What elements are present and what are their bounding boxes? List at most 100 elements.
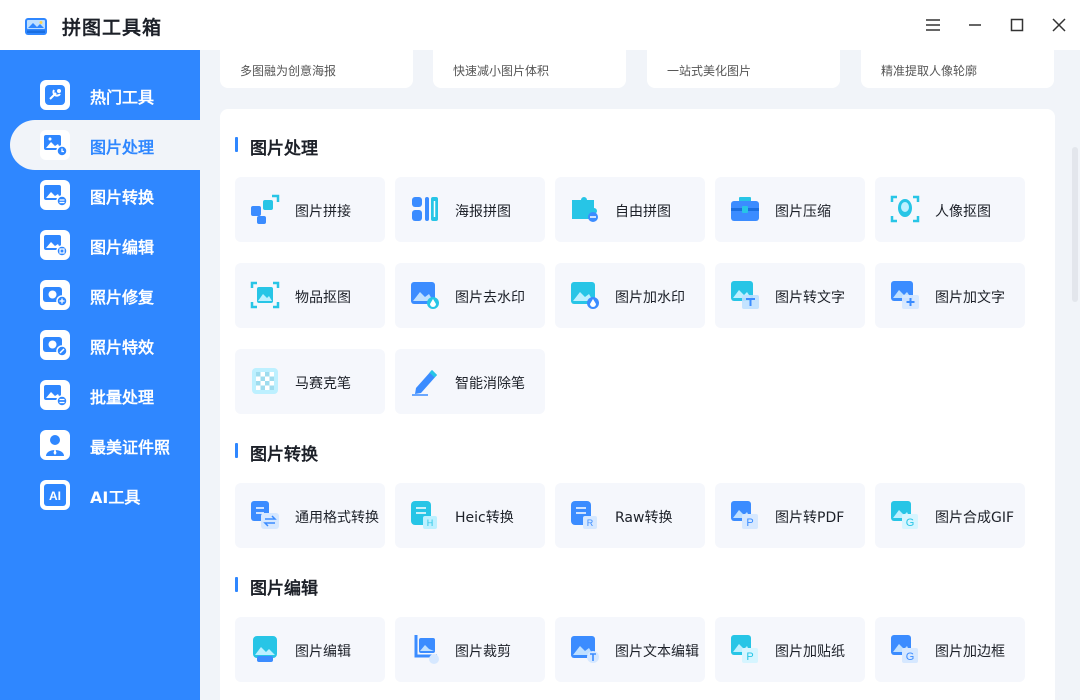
tool-label: 智能消除笔	[455, 376, 525, 392]
maximize-button[interactable]	[1004, 12, 1030, 38]
tool-label: 图片裁剪	[455, 644, 511, 660]
tool-format-convert[interactable]: 通用格式转换	[235, 483, 385, 548]
app-logo-icon	[25, 18, 47, 35]
add-border-icon: G	[891, 635, 918, 663]
tool-label: 马赛克笔	[295, 376, 351, 392]
svg-text:H: H	[427, 518, 434, 528]
tool-add-border[interactable]: G 图片加边框	[875, 617, 1025, 682]
mosaic-pen-icon	[252, 368, 278, 394]
menu-icon	[926, 19, 940, 31]
portrait-cutout-icon	[890, 195, 920, 223]
tools-panel: 图片处理 图片拼接 海报拼图 自由拼图 图片压缩 人像抠图 物品抠图 图片去水印	[220, 109, 1055, 700]
sidebar: 热门工具 图片处理 图片转换 图片编辑 照片修复 照片特效 批量处理 最美证件照…	[0, 50, 200, 700]
free-collage-icon	[572, 197, 598, 222]
top-card-subtitle: 快速减小图片体积	[453, 64, 550, 78]
tool-image-compress[interactable]: 图片压缩	[715, 177, 865, 242]
image-crop-icon	[414, 635, 439, 664]
tool-label: 图片去水印	[455, 290, 525, 306]
menu-button[interactable]	[920, 12, 946, 38]
sidebar-item-label: 批量处理	[90, 388, 155, 407]
section-title-image-edit: 图片编辑	[235, 574, 318, 599]
raw-convert-icon: R	[571, 501, 597, 529]
tool-image-to-pdf[interactable]: P 图片转PDF	[715, 483, 865, 548]
sidebar-item-label: 最美证件照	[90, 438, 171, 457]
add-sticker-icon: P	[731, 635, 758, 663]
tool-image-stitch[interactable]: 图片拼接	[235, 177, 385, 242]
tool-label: 物品抠图	[295, 290, 351, 306]
sidebar-item-label: 热门工具	[90, 88, 155, 107]
tool-label: 人像抠图	[935, 204, 991, 220]
tool-label: Heic转换	[455, 510, 514, 526]
svg-text:P: P	[746, 651, 753, 663]
photo-repair-icon	[40, 280, 70, 310]
tool-poster-collage[interactable]: 海报拼图	[395, 177, 545, 242]
sidebar-item-photo-effect[interactable]: 照片特效	[10, 320, 200, 370]
photo-effect-icon	[40, 330, 70, 360]
close-button[interactable]	[1046, 12, 1072, 38]
tool-image-to-gif[interactable]: G 图片合成GIF	[875, 483, 1025, 548]
tool-label: 图片加文字	[935, 290, 1005, 306]
tool-mosaic-pen[interactable]: 马赛克笔	[235, 349, 385, 414]
top-card-image-compress[interactable]: 快速减小图片体积	[433, 50, 626, 88]
top-card-portrait-cutout[interactable]: 精准提取人像轮廓	[861, 50, 1054, 88]
top-card-image-edit[interactable]: 一站式美化图片	[647, 50, 840, 88]
top-card-poster-collage[interactable]: 多图融为创意海报	[220, 50, 413, 88]
image-to-pdf-icon: P	[731, 501, 758, 529]
tool-object-cutout[interactable]: 物品抠图	[235, 263, 385, 328]
image-to-text-icon	[731, 281, 759, 309]
svg-text:AI: AI	[49, 489, 61, 503]
top-card-subtitle: 多图融为创意海报	[240, 64, 337, 78]
tool-image-crop[interactable]: 图片裁剪	[395, 617, 545, 682]
tool-add-watermark[interactable]: 图片加水印	[555, 263, 705, 328]
tool-label: 图片压缩	[775, 204, 831, 220]
tool-portrait-cutout[interactable]: 人像抠图	[875, 177, 1025, 242]
tool-remove-watermark[interactable]: 图片去水印	[395, 263, 545, 328]
id-photo-icon	[40, 430, 70, 460]
tool-label: 海报拼图	[455, 204, 511, 220]
tool-heic-convert[interactable]: H Heic转换	[395, 483, 545, 548]
app-title: 拼图工具箱	[62, 17, 163, 39]
sidebar-item-photo-repair[interactable]: 照片修复	[10, 270, 200, 320]
tool-smart-eraser[interactable]: 智能消除笔	[395, 349, 545, 414]
image-edit-icon	[40, 230, 70, 260]
heic-convert-icon: H	[411, 501, 437, 529]
top-card-subtitle: 精准提取人像轮廓	[881, 64, 978, 78]
sidebar-item-batch-process[interactable]: 批量处理	[10, 370, 200, 420]
tool-label: 图片拼接	[295, 204, 351, 220]
tool-free-collage[interactable]: 自由拼图	[555, 177, 705, 242]
tool-label: 图片加边框	[935, 644, 1005, 660]
tool-image-edit[interactable]: 图片编辑	[235, 617, 385, 682]
add-watermark-icon	[571, 282, 599, 309]
svg-text:G: G	[906, 651, 915, 663]
tool-label: 图片文本编辑	[615, 644, 699, 660]
tool-add-text[interactable]: 图片加文字	[875, 263, 1025, 328]
tool-raw-convert[interactable]: R Raw转换	[555, 483, 705, 548]
tool-label: 图片加水印	[615, 290, 685, 306]
format-convert-icon	[251, 501, 279, 529]
section-title-image-process: 图片处理	[235, 134, 318, 159]
tool-image-to-text[interactable]: 图片转文字	[715, 263, 865, 328]
close-icon	[1052, 18, 1066, 32]
sidebar-item-image-process[interactable]: 图片处理	[10, 120, 200, 170]
remove-watermark-icon	[411, 282, 439, 309]
tool-label: Raw转换	[615, 510, 673, 526]
maximize-icon	[1010, 18, 1024, 32]
sidebar-item-id-photo[interactable]: 最美证件照	[10, 420, 200, 470]
top-card-subtitle: 一站式美化图片	[667, 64, 752, 78]
tool-image-text-edit[interactable]: 图片文本编辑	[555, 617, 705, 682]
image-edit-tool-icon	[253, 636, 277, 662]
tool-label: 图片编辑	[295, 644, 351, 660]
main-scrollbar[interactable]	[1072, 147, 1078, 302]
sidebar-item-ai-tools[interactable]: AI AI工具	[10, 470, 200, 520]
minimize-button[interactable]	[962, 12, 988, 38]
sidebar-item-label: 图片编辑	[90, 238, 155, 257]
sidebar-item-label: AI工具	[90, 488, 141, 507]
sidebar-item-label: 图片处理	[90, 138, 155, 157]
tool-add-sticker[interactable]: P 图片加贴纸	[715, 617, 865, 682]
sidebar-item-hot-tools[interactable]: 热门工具	[10, 70, 200, 120]
sidebar-item-image-convert[interactable]: 图片转换	[10, 170, 200, 220]
sidebar-item-image-edit[interactable]: 图片编辑	[10, 220, 200, 270]
sidebar-item-label: 照片特效	[90, 338, 155, 357]
tool-label: 图片合成GIF	[935, 510, 1015, 526]
minimize-icon	[969, 24, 981, 26]
